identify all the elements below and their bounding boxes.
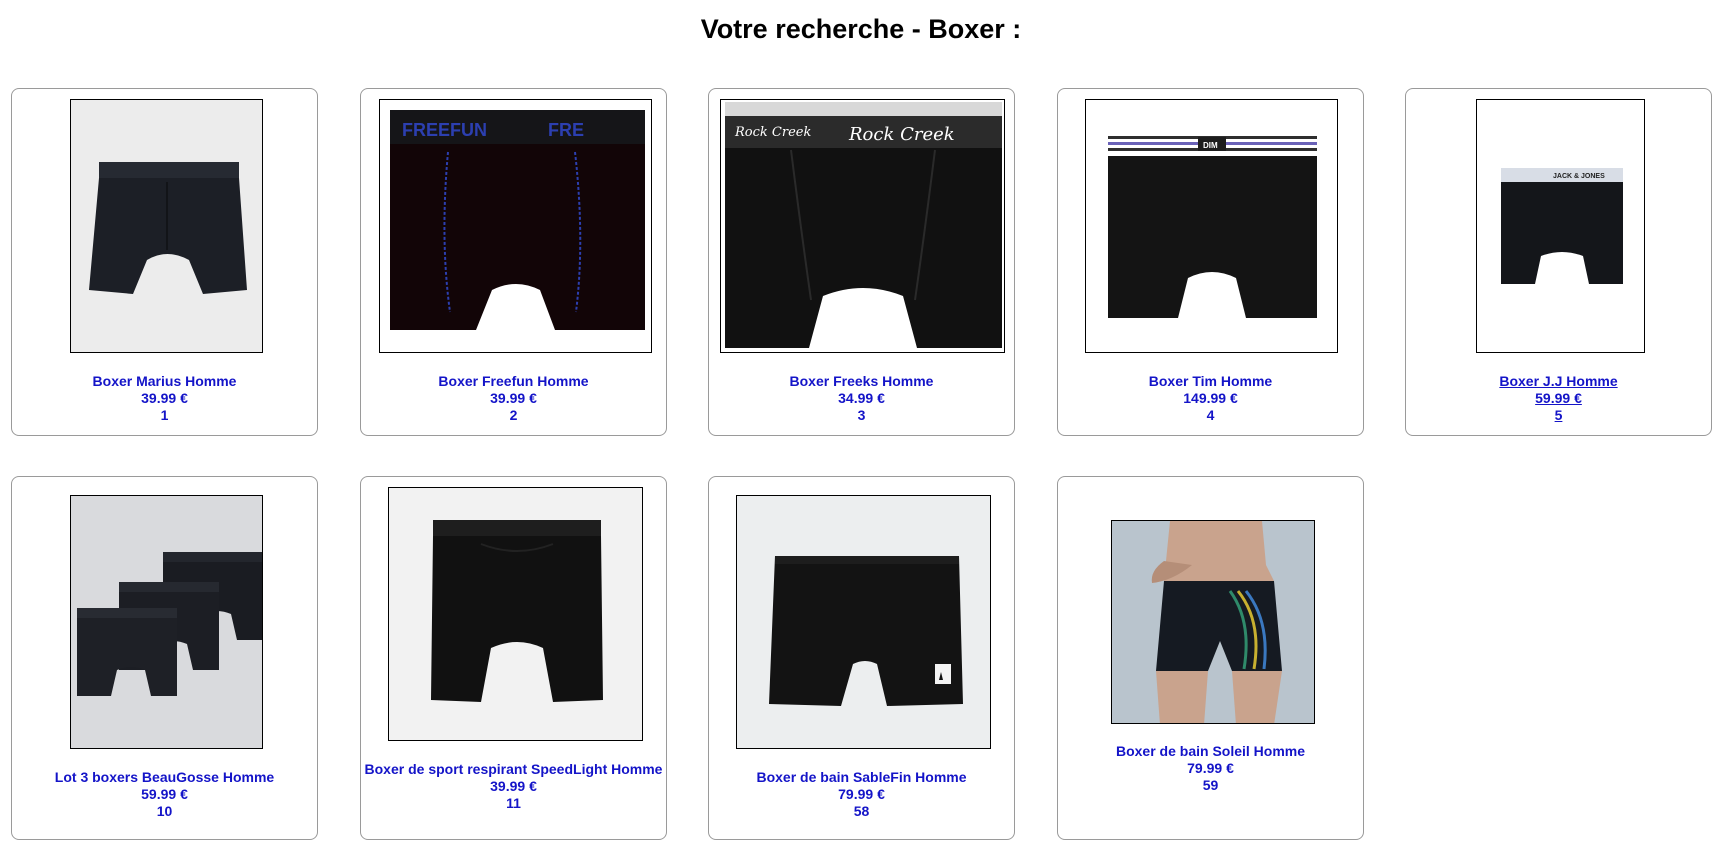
product-card[interactable]: FREEFUN FRE Boxer Freefun Homme 39.99 € … <box>360 88 667 436</box>
product-image[interactable]: DIM <box>1085 99 1338 353</box>
product-price: 39.99 € <box>490 390 537 406</box>
product-price: 59.99 € <box>1535 390 1582 406</box>
product-image[interactable] <box>70 495 263 749</box>
product-name-link[interactable]: Boxer de bain SableFin Homme <box>709 769 1014 786</box>
product-id: 11 <box>506 795 521 811</box>
product-price: 79.99 € <box>838 786 885 802</box>
product-card[interactable]: Boxer de sport respirant SpeedLight Homm… <box>360 476 667 840</box>
product-card[interactable]: DIM Boxer Tim Homme 149.99 € 4 <box>1057 88 1364 436</box>
product-name-link[interactable]: Boxer Marius Homme <box>12 373 317 390</box>
product-image[interactable]: FREEFUN FRE <box>379 99 652 353</box>
product-image[interactable]: JACK & JONES <box>1476 99 1645 353</box>
product-name-link[interactable]: Lot 3 boxers BeauGosse Homme <box>12 769 317 786</box>
product-id: 58 <box>853 803 870 819</box>
product-id: 1 <box>160 407 169 423</box>
product-name-link[interactable]: Boxer J.J Homme <box>1406 373 1711 390</box>
product-card[interactable]: Boxer de bain Soleil Homme 79.99 € 59 <box>1057 476 1364 840</box>
product-price: 59.99 € <box>141 786 188 802</box>
product-card[interactable]: Boxer de bain SableFin Homme 79.99 € 58 <box>708 476 1015 840</box>
brand-logo-text: DIM <box>1203 141 1218 150</box>
product-card[interactable]: Lot 3 boxers BeauGosse Homme 59.99 € 10 <box>11 476 318 840</box>
product-name-link[interactable]: Boxer Tim Homme <box>1058 373 1363 390</box>
product-price: 79.99 € <box>1187 760 1234 776</box>
page-title: Votre recherche - Boxer : <box>700 14 1022 44</box>
product-id: 10 <box>156 803 173 819</box>
product-price: 39.99 € <box>141 390 188 406</box>
product-image[interactable] <box>1111 520 1315 724</box>
product-price: 34.99 € <box>838 390 885 406</box>
product-name-link[interactable]: Boxer Freefun Homme <box>361 373 666 390</box>
product-card[interactable]: JACK & JONES Boxer J.J Homme 59.99 € 5 <box>1405 88 1712 436</box>
product-card[interactable]: Boxer Marius Homme 39.99 € 1 <box>11 88 318 436</box>
product-image[interactable] <box>388 487 643 741</box>
brand-logo-text: JACK & JONES <box>1553 173 1605 180</box>
product-image[interactable]: Rock Creek Rock Creek <box>720 99 1005 353</box>
brand-logo-text: FREEFUN <box>402 120 487 140</box>
product-card[interactable]: Rock Creek Rock Creek Boxer Freeks Homme… <box>708 88 1015 436</box>
product-name-link[interactable]: Boxer de sport respirant SpeedLight Homm… <box>361 761 666 778</box>
product-id: 3 <box>857 407 866 423</box>
svg-text:FRE: FRE <box>548 120 584 140</box>
product-price: 149.99 € <box>1183 390 1238 406</box>
product-image[interactable] <box>736 495 991 749</box>
product-price: 39.99 € <box>490 778 537 794</box>
svg-text:Rock Creek: Rock Creek <box>734 125 811 140</box>
product-id: 4 <box>1206 407 1215 423</box>
product-image[interactable] <box>70 99 263 353</box>
product-name-link[interactable]: Boxer de bain Soleil Homme <box>1058 743 1363 760</box>
product-name-link[interactable]: Boxer Freeks Homme <box>709 373 1014 390</box>
product-id: 59 <box>1202 777 1219 793</box>
product-id: 5 <box>1554 407 1563 423</box>
brand-logo-text: Rock Creek <box>848 124 955 145</box>
product-id: 2 <box>509 407 518 423</box>
